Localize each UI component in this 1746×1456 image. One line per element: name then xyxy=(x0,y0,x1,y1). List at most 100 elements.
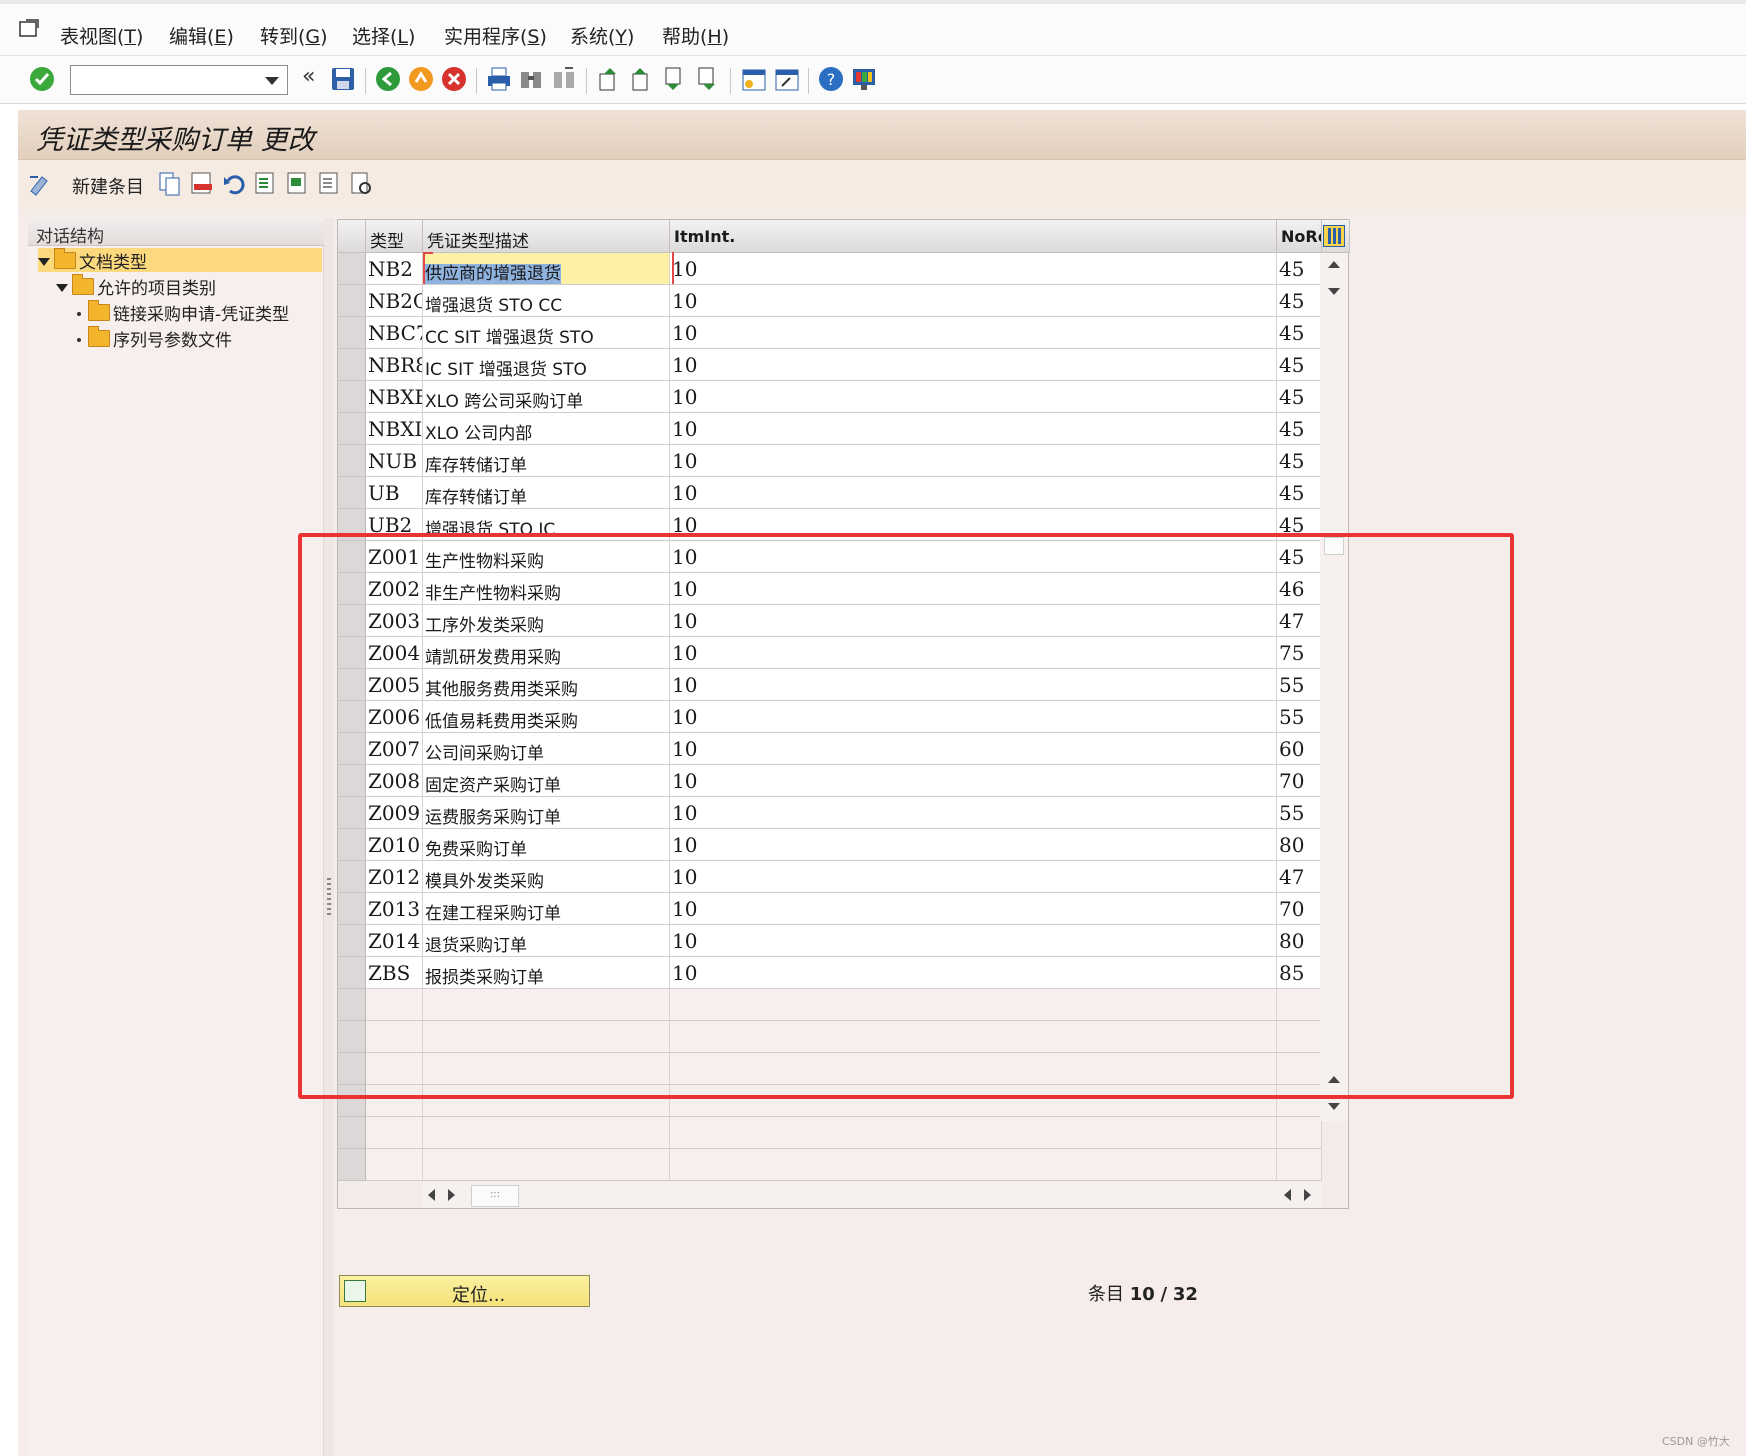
new-entries-button[interactable]: 新建条目 xyxy=(72,173,144,199)
cell-norc[interactable]: 45 xyxy=(1277,317,1322,348)
horizontal-scroll-thumb[interactable]: ::: xyxy=(471,1185,519,1207)
cell-norc[interactable]: 45 xyxy=(1277,381,1322,412)
save-icon[interactable] xyxy=(330,66,356,92)
page-down-icon[interactable] xyxy=(1328,1103,1340,1110)
column-header-norc[interactable]: NoRc xyxy=(1277,220,1322,253)
cell-norc[interactable]: 45 xyxy=(1277,285,1322,316)
copy-as-icon[interactable] xyxy=(158,171,182,197)
cell-item-interval[interactable]: 10 xyxy=(670,349,1277,380)
delete-icon[interactable] xyxy=(190,171,214,197)
position-button[interactable]: 定位... xyxy=(339,1275,590,1307)
cell-norc[interactable]: 45 xyxy=(1277,253,1322,284)
find-icon[interactable] xyxy=(518,66,544,92)
row-selector[interactable] xyxy=(338,445,366,477)
exit-icon[interactable] xyxy=(408,66,434,92)
select-block-icon[interactable] xyxy=(286,171,310,197)
undo-icon[interactable] xyxy=(222,171,246,197)
cell-description[interactable]: 库存转储订单 xyxy=(423,477,670,508)
table-row[interactable]: NBR8 IC SIT 增强退货 STO 10 45 xyxy=(366,349,1322,381)
previous-page-icon[interactable] xyxy=(629,66,655,92)
cell-description[interactable] xyxy=(423,1117,670,1148)
table-row[interactable]: NBXE XLO 跨公司采购订单 10 45 xyxy=(366,381,1322,413)
cancel-icon[interactable] xyxy=(441,66,467,92)
scroll-up-icon[interactable] xyxy=(1328,261,1340,268)
cell-description[interactable]: CC SIT 增强退货 STO xyxy=(423,317,670,348)
table-row[interactable]: NB2C 增强退货 STO CC 10 45 xyxy=(366,285,1322,317)
cell-norc[interactable] xyxy=(1277,1149,1322,1180)
cell-description[interactable] xyxy=(423,1149,670,1180)
first-page-icon[interactable] xyxy=(596,66,622,92)
cell-item-interval[interactable]: 10 xyxy=(670,381,1277,412)
row-selector[interactable] xyxy=(338,477,366,509)
menu-item-6[interactable]: 帮助(H) xyxy=(662,22,729,49)
cell-item-interval[interactable]: 10 xyxy=(670,253,1277,284)
cell-item-interval[interactable]: 10 xyxy=(670,445,1277,476)
table-row[interactable]: NBC7 CC SIT 增强退货 STO 10 45 xyxy=(366,317,1322,349)
horizontal-scrollbar-right[interactable] xyxy=(1277,1182,1322,1208)
cell-norc[interactable]: 45 xyxy=(1277,477,1322,508)
enter-check-icon[interactable] xyxy=(29,66,55,92)
menu-item-1[interactable]: 编辑(E) xyxy=(169,22,234,49)
print-preview-icon[interactable] xyxy=(350,171,374,197)
help-icon[interactable]: ? xyxy=(818,66,844,92)
row-selector[interactable] xyxy=(338,317,366,349)
cell-norc[interactable]: 45 xyxy=(1277,413,1322,444)
tree-node-link-pr-doc-type[interactable]: 链接采购申请-凭证类型 xyxy=(77,300,289,325)
create-session-icon[interactable] xyxy=(741,66,767,92)
cell-item-interval[interactable] xyxy=(670,1149,1277,1180)
back-icon[interactable] xyxy=(375,66,401,92)
expand-icon[interactable] xyxy=(38,258,50,266)
collapse-icon[interactable]: « xyxy=(302,64,315,89)
expand-icon[interactable] xyxy=(56,284,68,292)
select-all-rows-header[interactable] xyxy=(338,220,366,253)
display-change-icon[interactable] xyxy=(28,171,52,197)
menu-item-5[interactable]: 系统(Y) xyxy=(570,22,634,49)
cell-norc[interactable] xyxy=(1277,1117,1322,1148)
scroll-down-icon[interactable] xyxy=(1328,288,1340,295)
cell-description[interactable]: IC SIT 增强退货 STO xyxy=(423,349,670,380)
cell-item-interval[interactable]: 10 xyxy=(670,477,1277,508)
table-row[interactable]: NBXI XLO 公司内部 10 45 xyxy=(366,413,1322,445)
table-settings-icon[interactable] xyxy=(1323,225,1345,247)
table-row[interactable]: NUB 库存转储订单 10 45 xyxy=(366,445,1322,477)
cell-description[interactable]: 增强退货 STO CC xyxy=(423,285,670,316)
scroll-right-icon[interactable] xyxy=(448,1189,455,1201)
deselect-all-icon[interactable] xyxy=(318,171,342,197)
column-header-item-interval[interactable]: ItmInt. xyxy=(670,220,1277,253)
horizontal-scrollbar[interactable]: ::: xyxy=(423,1182,1277,1208)
scroll-right-icon[interactable] xyxy=(1304,1189,1311,1201)
row-selector[interactable] xyxy=(338,285,366,317)
last-page-icon[interactable] xyxy=(695,66,721,92)
scroll-left-icon[interactable] xyxy=(1284,1189,1291,1201)
tree-node-serial-number-profile[interactable]: 序列号参数文件 xyxy=(77,326,232,351)
row-selector[interactable] xyxy=(338,381,366,413)
tree-node-permitted-item-categories[interactable]: 允许的项目类别 xyxy=(56,274,216,299)
row-selector[interactable] xyxy=(338,349,366,381)
chevron-down-icon[interactable] xyxy=(265,77,279,85)
customize-layout-icon[interactable] xyxy=(851,66,877,92)
menu-item-2[interactable]: 转到(G) xyxy=(260,22,328,49)
row-selector[interactable] xyxy=(338,1149,366,1181)
cell-norc[interactable]: 45 xyxy=(1277,445,1322,476)
cell-item-interval[interactable]: 10 xyxy=(670,285,1277,316)
cell-item-interval[interactable]: 10 xyxy=(670,317,1277,348)
menu-item-4[interactable]: 实用程序(S) xyxy=(444,22,547,49)
row-selector[interactable] xyxy=(338,253,366,285)
select-all-icon[interactable] xyxy=(254,171,278,197)
empty-table-row[interactable] xyxy=(366,1149,1322,1181)
menu-item-0[interactable]: 表视图(T) xyxy=(60,22,143,49)
row-selector[interactable] xyxy=(338,413,366,445)
cell-description[interactable]: XLO 公司内部 xyxy=(423,413,670,444)
cell-norc[interactable]: 45 xyxy=(1277,349,1322,380)
next-page-icon[interactable] xyxy=(662,66,688,92)
column-header-type[interactable]: 类型 xyxy=(366,220,423,253)
cell-description[interactable]: 库存转储订单 xyxy=(423,445,670,476)
cell-description[interactable]: XLO 跨公司采购订单 xyxy=(423,381,670,412)
row-selector[interactable] xyxy=(338,1117,366,1149)
find-next-icon[interactable] xyxy=(551,66,577,92)
command-field[interactable] xyxy=(70,65,288,95)
menu-toggle-icon[interactable] xyxy=(18,18,42,40)
column-header-description[interactable]: 凭证类型描述 xyxy=(423,220,670,253)
cell-item-interval[interactable] xyxy=(670,1117,1277,1148)
cell-item-interval[interactable]: 10 xyxy=(670,413,1277,444)
